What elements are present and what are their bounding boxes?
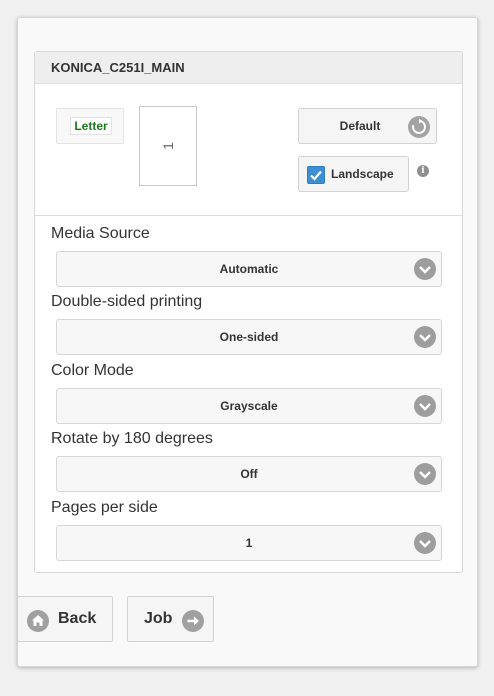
pages-per-side-label: Pages per side xyxy=(51,499,158,516)
back-label: Back xyxy=(58,610,97,627)
chevron-down-icon xyxy=(414,395,436,417)
color-mode-label: Color Mode xyxy=(51,362,134,379)
chevron-down-icon xyxy=(414,326,436,348)
chevron-down-icon xyxy=(414,258,436,280)
home-icon xyxy=(27,610,49,632)
rotate-label: Rotate by 180 degrees xyxy=(51,430,213,447)
landscape-label: Landscape xyxy=(331,167,394,181)
refresh-icon xyxy=(408,116,430,138)
duplex-value: One-sided xyxy=(219,330,279,344)
default-button-label: Default xyxy=(339,119,381,133)
default-button[interactable]: Default xyxy=(298,108,437,144)
pages-per-side-value: 1 xyxy=(245,536,253,550)
page-preview: 1 xyxy=(139,106,197,186)
chevron-down-icon xyxy=(414,532,436,554)
printer-name: KONICA_C251I_MAIN xyxy=(35,52,462,84)
duplex-label: Double-sided printing xyxy=(51,293,203,310)
job-label: Job xyxy=(144,610,173,627)
back-button[interactable]: Back xyxy=(17,596,113,642)
color-mode-select[interactable]: Grayscale xyxy=(56,388,442,424)
printer-settings-panel: KONICA_C251I_MAIN Letter 1 Default Lands xyxy=(34,51,463,573)
media-source-select[interactable]: Automatic xyxy=(56,251,442,287)
media-source-value: Automatic xyxy=(219,262,279,276)
arrow-right-icon xyxy=(182,610,204,632)
duplex-select[interactable]: One-sided xyxy=(56,319,442,355)
media-source-label: Media Source xyxy=(51,225,150,242)
paper-size-label: Letter xyxy=(70,117,112,135)
rotate-select[interactable]: Off xyxy=(56,456,442,492)
rotate-value: Off xyxy=(240,467,258,481)
print-settings-window: KONICA_C251I_MAIN Letter 1 Default Lands xyxy=(17,17,478,667)
color-mode-value: Grayscale xyxy=(220,399,278,413)
divider xyxy=(35,215,462,216)
preview-page-number: 1 xyxy=(160,142,176,150)
paper-size-box[interactable]: Letter xyxy=(56,108,124,144)
chevron-down-icon xyxy=(414,463,436,485)
checkmark-icon[interactable] xyxy=(307,166,325,184)
info-icon[interactable]: i xyxy=(417,165,429,177)
pages-per-side-select[interactable]: 1 xyxy=(56,525,442,561)
job-button[interactable]: Job xyxy=(127,596,214,642)
landscape-toggle[interactable]: Landscape xyxy=(298,156,409,192)
